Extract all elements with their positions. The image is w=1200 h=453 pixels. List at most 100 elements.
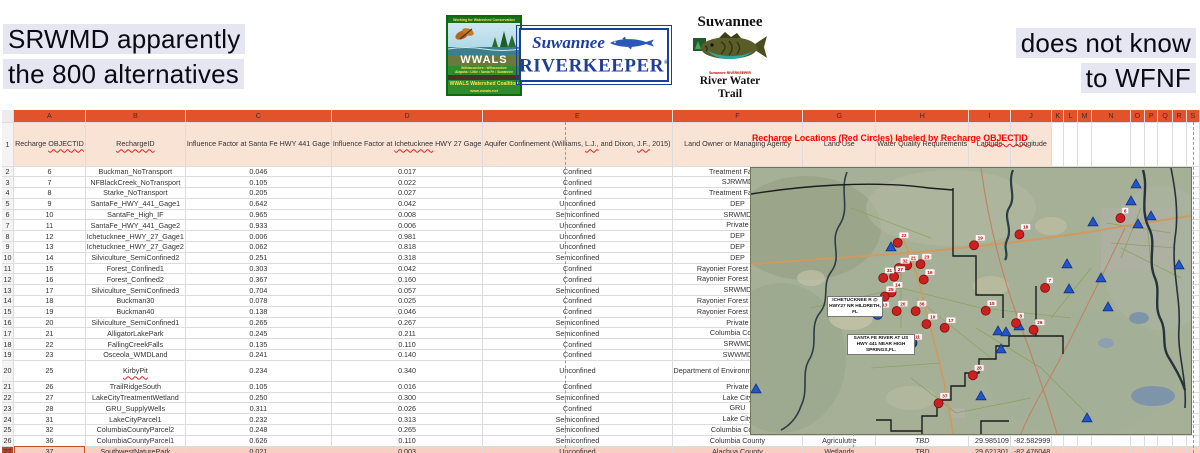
cell-C16[interactable]: 0.265 — [185, 317, 331, 328]
row-header-6[interactable]: 6 — [2, 209, 14, 220]
column-header-Q[interactable]: Q — [1158, 110, 1172, 122]
column-header-B[interactable]: B — [85, 110, 185, 122]
cell-A16[interactable]: 20 — [14, 317, 86, 328]
cell-K26[interactable] — [1052, 435, 1064, 446]
cell-C14[interactable]: 0.078 — [185, 296, 331, 307]
row-header-19[interactable]: 19 — [2, 350, 14, 361]
row-header-2[interactable]: 2 — [2, 166, 14, 177]
cell-B21[interactable]: TrailRidgeSouth — [85, 381, 185, 392]
cell-E18[interactable]: Confined — [483, 339, 672, 350]
cell-A26[interactable]: 36 — [14, 435, 86, 446]
cell-D16[interactable]: 0.267 — [331, 317, 483, 328]
cell-D20[interactable]: 0.340 — [331, 360, 483, 381]
column-header-F[interactable]: F — [672, 110, 803, 122]
cell-N1[interactable] — [1092, 122, 1131, 166]
header-cell-B1[interactable]: RechargeID — [85, 122, 185, 166]
cell-D17[interactable]: 0.211 — [331, 328, 483, 339]
cell-D12[interactable]: 0.160 — [331, 274, 483, 285]
cell-B2[interactable]: Buckman_NoTransport — [85, 166, 185, 177]
cell-D10[interactable]: 0.318 — [331, 252, 483, 263]
cell-K27[interactable] — [1052, 446, 1064, 453]
cell-B17[interactable]: AlligatorLakePark — [85, 328, 185, 339]
cell-D4[interactable]: 0.027 — [331, 188, 483, 199]
cell-C6[interactable]: 0.965 — [185, 209, 331, 220]
cell-D11[interactable]: 0.042 — [331, 263, 483, 274]
cell-A27[interactable]: 37 — [14, 446, 86, 453]
row-header-7[interactable]: 7 — [2, 220, 14, 231]
row-header-23[interactable]: 23 — [2, 403, 14, 414]
cell-D5[interactable]: 0.042 — [331, 198, 483, 209]
cell-C5[interactable]: 0.642 — [185, 198, 331, 209]
row-header-16[interactable]: 16 — [2, 317, 14, 328]
cell-A17[interactable]: 21 — [14, 328, 86, 339]
cell-E12[interactable]: Confined — [483, 274, 672, 285]
header-cell-I1[interactable]: Latitude — [969, 122, 1011, 166]
cell-E10[interactable]: Semiconfined — [483, 252, 672, 263]
cell-D6[interactable]: 0.008 — [331, 209, 483, 220]
cell-C11[interactable]: 0.303 — [185, 263, 331, 274]
cell-B8[interactable]: Ichetucknee_HWY_27_Gage1 — [85, 231, 185, 242]
cell-D25[interactable]: 0.265 — [331, 425, 483, 436]
column-header-P[interactable]: P — [1145, 110, 1158, 122]
column-header-D[interactable]: D — [331, 110, 483, 122]
cell-B27[interactable]: SouthwestNaturePark — [85, 446, 185, 453]
cell-A7[interactable]: 11 — [14, 220, 86, 231]
cell-J27[interactable]: -82.476048 — [1010, 446, 1051, 453]
column-header-R[interactable]: R — [1172, 110, 1186, 122]
cell-E16[interactable]: Semiconfined — [483, 317, 672, 328]
header-cell-C1[interactable]: Influence Factor at Santa Fe HWY 441 Gag… — [185, 122, 331, 166]
cell-A4[interactable]: 8 — [14, 188, 86, 199]
cell-P26[interactable] — [1145, 435, 1158, 446]
cell-C26[interactable]: 0.626 — [185, 435, 331, 446]
cell-B22[interactable]: LakeCityTreatmentWetland — [85, 392, 185, 403]
cell-F26[interactable]: Columbia County — [672, 435, 803, 446]
cell-A13[interactable]: 17 — [14, 285, 86, 296]
cell-C9[interactable]: 0.062 — [185, 242, 331, 253]
cell-A6[interactable]: 10 — [14, 209, 86, 220]
cell-A14[interactable]: 18 — [14, 296, 86, 307]
column-header-C[interactable]: C — [185, 110, 331, 122]
cell-L27[interactable] — [1064, 446, 1078, 453]
cell-B23[interactable]: GRU_SupplyWells — [85, 403, 185, 414]
cell-E13[interactable]: Semiconfined — [483, 285, 672, 296]
cell-B14[interactable]: Buckman30 — [85, 296, 185, 307]
cell-C20[interactable]: 0.234 — [185, 360, 331, 381]
cell-C7[interactable]: 0.933 — [185, 220, 331, 231]
cell-A20[interactable]: 25 — [14, 360, 86, 381]
cell-C2[interactable]: 0.046 — [185, 166, 331, 177]
cell-A8[interactable]: 12 — [14, 231, 86, 242]
column-header-H[interactable]: H — [876, 110, 969, 122]
cell-B24[interactable]: LakeCityParcel1 — [85, 414, 185, 425]
cell-C18[interactable]: 0.135 — [185, 339, 331, 350]
column-header-M[interactable]: M — [1077, 110, 1091, 122]
cell-A2[interactable]: 6 — [14, 166, 86, 177]
cell-D22[interactable]: 0.300 — [331, 392, 483, 403]
cell-B3[interactable]: NFBlackCreek_NoTransport — [85, 177, 185, 188]
cell-A12[interactable]: 16 — [14, 274, 86, 285]
cell-E24[interactable]: Semiconfined — [483, 414, 672, 425]
cell-C17[interactable]: 0.245 — [185, 328, 331, 339]
cell-P27[interactable] — [1145, 446, 1158, 453]
cell-B18[interactable]: FallingCreekFalls — [85, 339, 185, 350]
cell-A3[interactable]: 7 — [14, 177, 86, 188]
row-header-4[interactable]: 4 — [2, 188, 14, 199]
row-header-20[interactable]: 20 — [2, 360, 14, 381]
cell-C19[interactable]: 0.241 — [185, 350, 331, 361]
row-header-9[interactable]: 9 — [2, 242, 14, 253]
column-header-J[interactable]: J — [1010, 110, 1051, 122]
column-header-I[interactable]: I — [969, 110, 1011, 122]
cell-B4[interactable]: Starke_NoTransport — [85, 188, 185, 199]
row-header-18[interactable]: 18 — [2, 339, 14, 350]
cell-Q1[interactable] — [1158, 122, 1172, 166]
cell-B13[interactable]: Silviculture_SemiConfined3 — [85, 285, 185, 296]
cell-C13[interactable]: 0.704 — [185, 285, 331, 296]
cell-C12[interactable]: 0.367 — [185, 274, 331, 285]
row-header-13[interactable]: 13 — [2, 285, 14, 296]
cell-R27[interactable] — [1172, 446, 1186, 453]
cell-E27[interactable]: Unconfined — [483, 446, 672, 453]
cell-Q27[interactable] — [1158, 446, 1172, 453]
cell-E11[interactable]: Confined — [483, 263, 672, 274]
row-header-14[interactable]: 14 — [2, 296, 14, 307]
cell-N26[interactable] — [1092, 435, 1131, 446]
cell-B6[interactable]: SantaFe_High_IF — [85, 209, 185, 220]
